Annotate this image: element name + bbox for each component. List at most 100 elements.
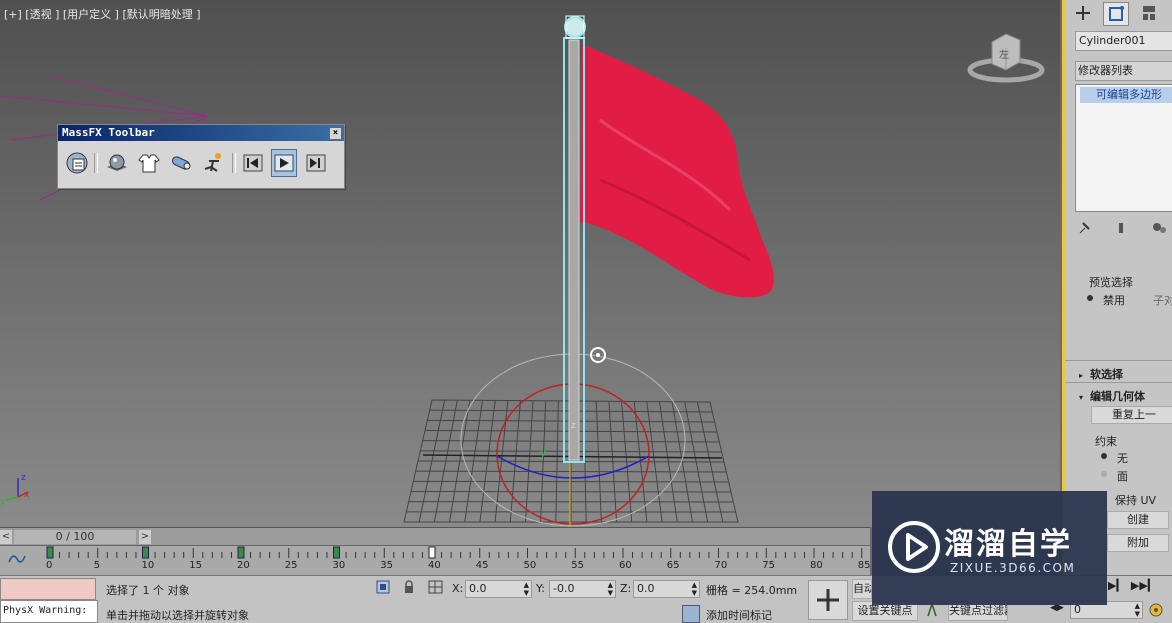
gizmo-y-label: y [540, 448, 546, 459]
world-parameters-button[interactable] [64, 149, 90, 177]
play-logo-icon [884, 517, 944, 577]
tick-label: 80 [810, 560, 823, 571]
add-time-tag[interactable]: 添加时间标记 [706, 607, 772, 623]
key-icon [813, 585, 843, 615]
keyframe-marker[interactable] [238, 547, 244, 558]
x-label: X: [452, 582, 463, 595]
divider [1065, 382, 1172, 383]
play-simulation-button[interactable] [271, 149, 297, 177]
viewport-label-menu[interactable]: [+] [透视 ] [用户定义 ] [默认明暗处理 ] [4, 6, 201, 22]
z-coordinate-field[interactable]: 0.0▲▼ [633, 580, 700, 598]
maxscript-listener-output[interactable]: PhysX Warning: [0, 600, 98, 623]
time-slider-thumb[interactable]: 0 / 100 [14, 530, 136, 544]
maxscript-listener-top[interactable] [0, 578, 96, 600]
tick-label: 45 [476, 560, 489, 571]
tick-label: 20 [237, 560, 250, 571]
curve-editor-icon[interactable] [8, 552, 26, 569]
modify-tab[interactable] [1103, 2, 1129, 26]
keyframe-marker[interactable] [47, 547, 53, 558]
time-tag-icon[interactable] [682, 605, 700, 623]
rigid-body-button[interactable] [104, 149, 130, 177]
hierarchy-icon [1140, 4, 1158, 22]
x-value: 0.0 [469, 582, 487, 595]
modifier-stack[interactable]: 可编辑多边形 [1075, 84, 1172, 212]
massfx-close-button[interactable]: × [329, 127, 342, 140]
edit-geometry-label: 编辑几何体 [1090, 390, 1145, 403]
step-simulation-button[interactable] [303, 149, 329, 177]
absolute-mode-icon[interactable] [428, 580, 444, 597]
time-slider-next-button[interactable]: > [139, 530, 151, 544]
flagpole-ball[interactable] [565, 17, 585, 37]
tick-label: 65 [667, 560, 680, 571]
object-name-field[interactable]: Cylinder001 [1075, 31, 1172, 51]
isolate-selection-icon[interactable] [376, 580, 390, 597]
tick-marks [46, 546, 870, 560]
edit-geometry-rollout[interactable]: ▾ 编辑几何体 [1079, 388, 1145, 404]
attach-button[interactable]: 附加 [1107, 534, 1169, 552]
reset-simulation-button[interactable] [240, 149, 266, 177]
keyframe-marker[interactable] [143, 547, 149, 558]
world-parameters-icon [65, 151, 89, 175]
track-ticks[interactable]: 0510152025303540455055606570758085 [46, 546, 870, 576]
next-frame-icon[interactable]: ▶▎ [1108, 579, 1125, 597]
stack-tools [1075, 220, 1172, 236]
flagpole[interactable] [569, 40, 579, 460]
constraint-face-radio[interactable] [1101, 471, 1107, 477]
constraint-button[interactable] [168, 149, 194, 177]
z-label: Z: [620, 582, 631, 595]
ragdoll-button[interactable] [200, 149, 226, 177]
repeat-last-button[interactable]: 重复上一 [1091, 406, 1172, 424]
tick-label: 55 [571, 560, 584, 571]
prompt-line: 单击并拖动以选择并旋转对象 [106, 607, 249, 623]
viewcube[interactable]: 左 [966, 30, 1046, 90]
y-value: -0.0 [553, 582, 574, 595]
keyframe-marker[interactable] [334, 547, 340, 558]
tick-label: 30 [333, 560, 346, 571]
x-coordinate-field[interactable]: 0.0▲▼ [465, 580, 532, 598]
time-slider-prev-button[interactable]: < [0, 530, 12, 544]
reset-simulation-icon [241, 151, 265, 175]
preview-subobj-label: 子对 [1153, 292, 1172, 308]
preview-selection-title: 预览选择 [1089, 274, 1133, 290]
time-slider[interactable]: < 0 / 100 > [0, 527, 870, 546]
preview-disabled-label: 禁用 [1103, 292, 1125, 308]
grid-size-readout: 栅格 = 254.0mm [706, 582, 797, 598]
watermark-url: ZIXUE.3D66.COM [950, 561, 1075, 575]
flag-cloth[interactable] [580, 44, 774, 297]
goto-end-icon[interactable]: ▶▶▎ [1131, 579, 1156, 597]
track-bar[interactable]: 0510152025303540455055606570758085 [0, 545, 870, 576]
selection-status: 选择了 1 个 对象 [106, 582, 190, 598]
svg-text:z: z [21, 473, 26, 483]
soft-selection-label: 软选择 [1090, 368, 1123, 381]
pin-stack-icon [1080, 223, 1089, 233]
modify-icon [1107, 5, 1125, 23]
perspective-viewport[interactable]: y z z x y [+] [透视 ] [用户定义 ] [默认明暗处理 ] 左 … [0, 0, 1060, 527]
tick-label: 85 [858, 560, 871, 571]
cloth-icon [137, 151, 161, 175]
lock-selection-icon[interactable] [402, 580, 416, 597]
time-marker[interactable] [429, 547, 435, 558]
cloth-button[interactable] [136, 149, 162, 177]
constraint-none-radio[interactable] [1101, 453, 1107, 459]
create-button[interactable]: 创建 [1107, 511, 1169, 529]
time-config-icon[interactable] [1148, 602, 1164, 621]
massfx-toolbar[interactable]: MassFX Toolbar × [57, 124, 345, 189]
scene-canvas[interactable]: y z z x y [0, 0, 1060, 527]
set-key-big-button[interactable] [808, 580, 848, 620]
svg-text:y: y [0, 497, 6, 507]
play-simulation-icon [272, 151, 296, 175]
constraint-face-label: 面 [1117, 468, 1128, 484]
preview-disabled-radio[interactable] [1087, 295, 1093, 301]
soft-selection-rollout[interactable]: ▸ 软选择 [1079, 366, 1123, 382]
auto-key-button[interactable]: 自动 [852, 579, 872, 599]
hierarchy-tab[interactable] [1137, 2, 1161, 24]
y-coordinate-field[interactable]: -0.0▲▼ [549, 580, 616, 598]
tick-label: 40 [428, 560, 441, 571]
svg-text:x: x [24, 490, 30, 500]
stack-item-editable-poly[interactable]: 可编辑多边形 [1080, 87, 1172, 103]
z-value: 0.0 [637, 582, 655, 595]
preserve-uv-label[interactable]: 保持 UV [1115, 492, 1156, 508]
massfx-toolbar-titlebar[interactable]: MassFX Toolbar × [58, 125, 344, 141]
create-tab[interactable] [1071, 2, 1095, 24]
modifier-list-dropdown[interactable]: 修改器列表 [1075, 61, 1172, 81]
